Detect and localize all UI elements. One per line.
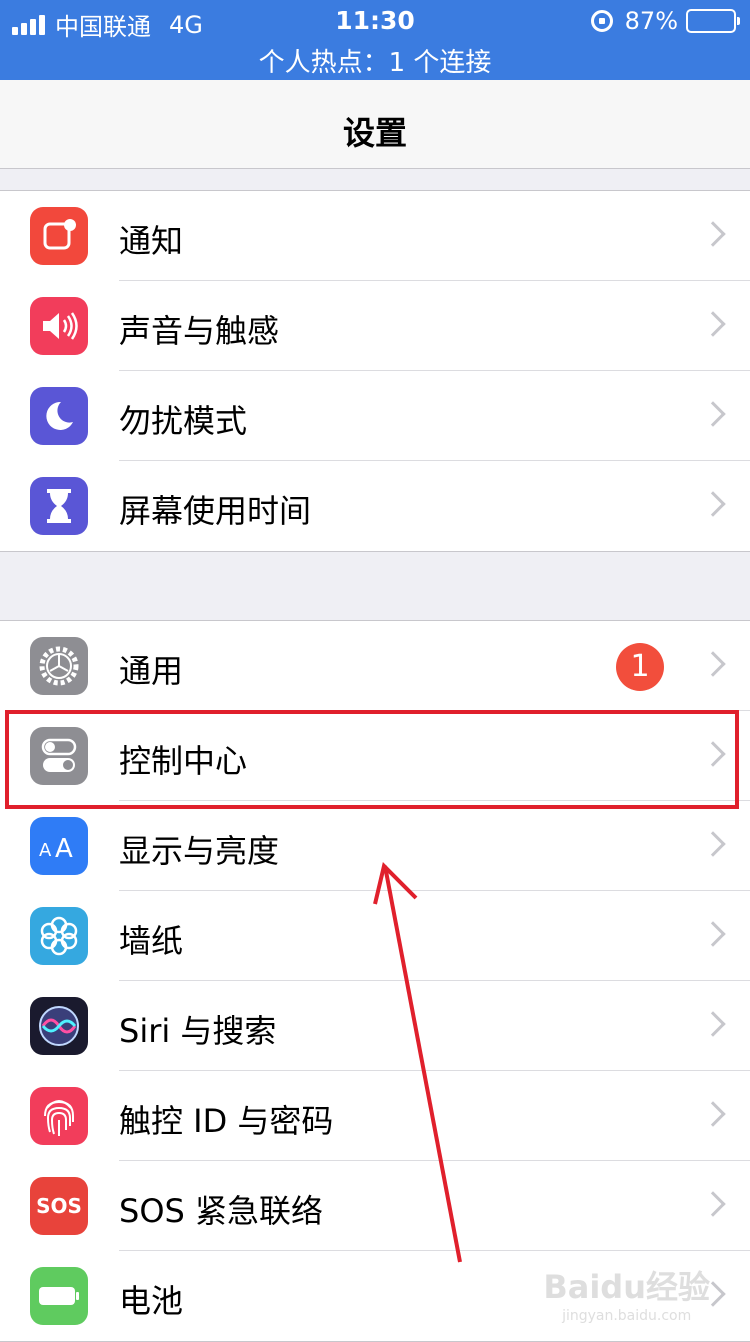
watermark-brand: Baidu经验	[543, 1268, 710, 1306]
watermark: Baidu经验 jingyan.baidu.com	[543, 1262, 710, 1324]
arrow-annotation	[373, 862, 462, 1263]
watermark-url: jingyan.baidu.com	[562, 1308, 692, 1324]
